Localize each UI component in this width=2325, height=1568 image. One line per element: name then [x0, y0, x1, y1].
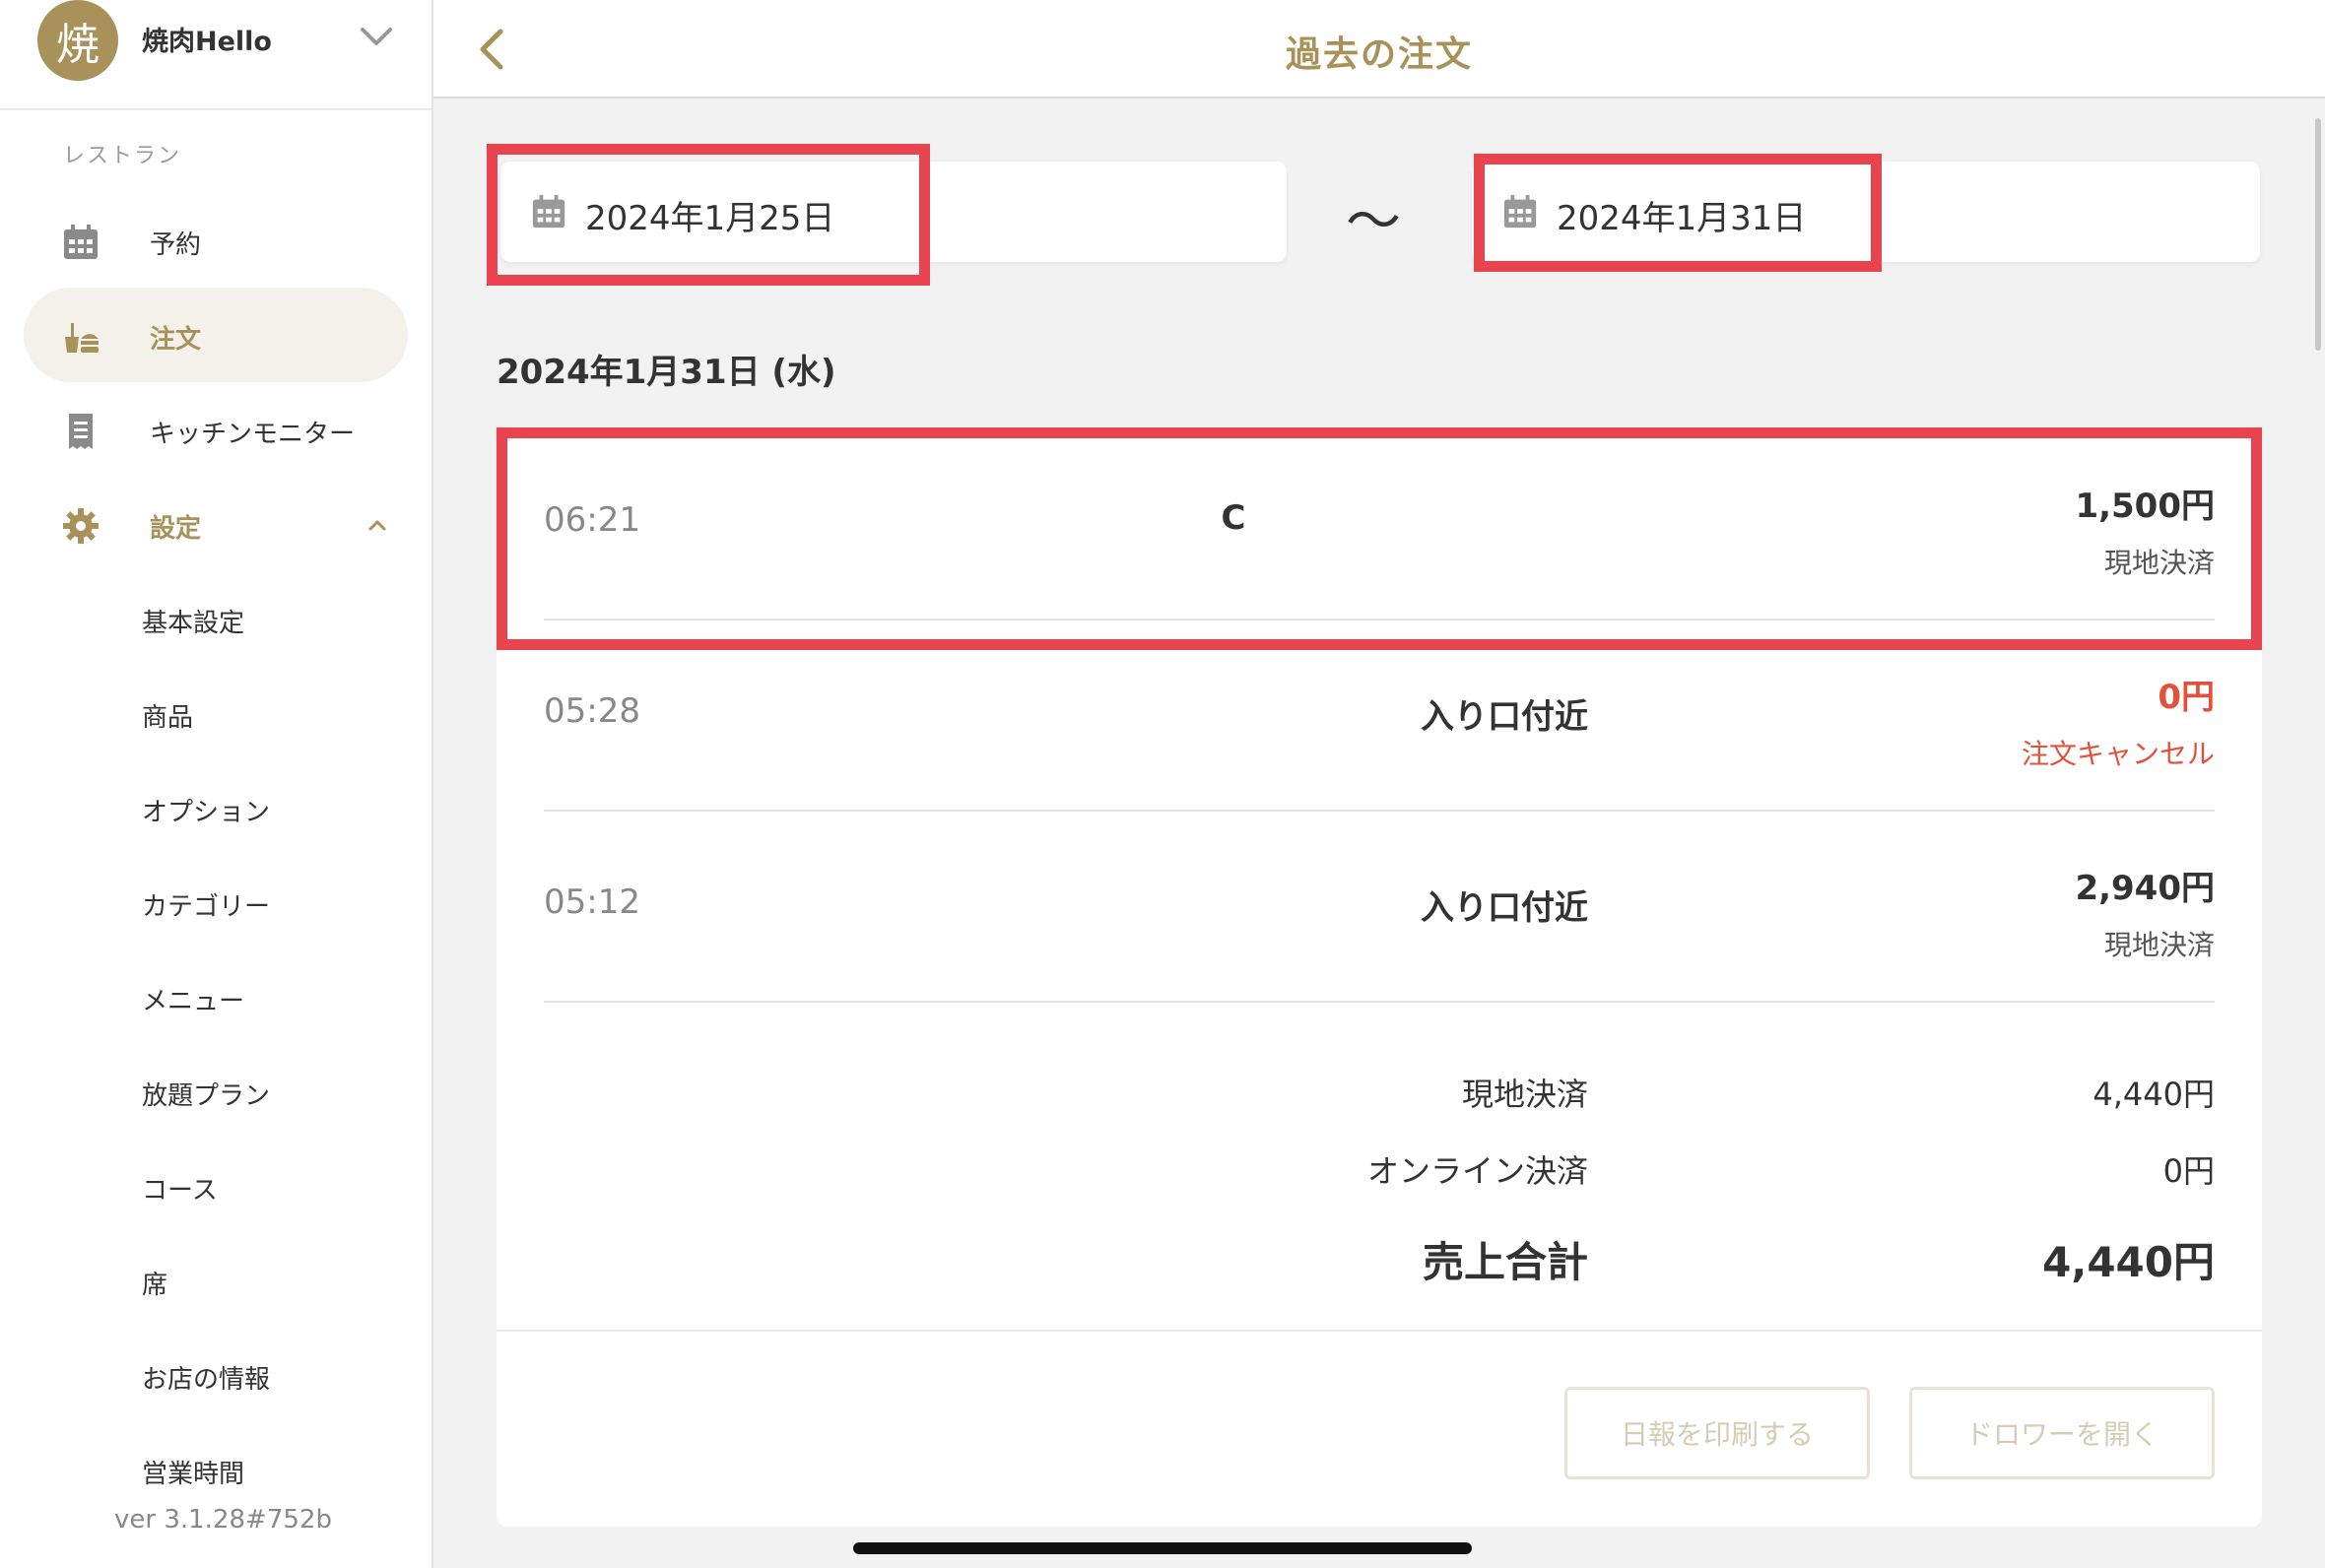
chevron-up-icon [368, 520, 386, 531]
sidebar-item-label: 注文 [150, 325, 202, 355]
receipt-icon [69, 414, 93, 449]
sidebar-subitem-store-info[interactable]: お店の情報 [122, 1345, 408, 1405]
date-to-value: 2024年1月31日 [1557, 199, 1807, 238]
scrollbar[interactable] [2315, 118, 2321, 351]
app-version: ver 3.1.28#752b [114, 1505, 332, 1535]
page-title: 過去の注文 [1285, 34, 1473, 75]
order-status: 現地決済 [2103, 547, 2215, 579]
sidebar-subitem-menu[interactable]: メニュー [122, 967, 408, 1026]
sidebar-item-settings[interactable]: 設定 [24, 477, 408, 571]
day-heading: 2024年1月31日 (水) [497, 353, 836, 392]
calendar-icon [532, 194, 565, 229]
sidebar-item-label: 設定 [150, 514, 202, 544]
summary-online: オンライン決済 0円 [544, 1146, 2215, 1206]
sidebar-subitem-products[interactable]: 商品 [122, 684, 408, 743]
order-row[interactable]: 05:12 入り口付近 2,940円 現地決済 [544, 812, 2215, 1003]
calendar-icon [64, 225, 98, 259]
order-time: 05:12 [544, 882, 640, 922]
chevron-down-icon[interactable] [357, 22, 396, 51]
sidebar-subitem-basic-settings[interactable]: 基本設定 [122, 589, 408, 648]
calendar-icon [1503, 194, 1537, 229]
home-indicator [853, 1542, 1472, 1554]
summary-value: 4,440円 [2042, 1238, 2215, 1286]
date-range-separator: 〜 [1346, 190, 1401, 254]
open-drawer-button[interactable]: ドロワーを開く [1909, 1387, 2215, 1479]
sidebar-subitem-all-you-can-eat-plans[interactable]: 放題プラン [122, 1062, 408, 1121]
account-switcher[interactable]: 焼 焼肉Hello [0, 0, 432, 110]
summary-value: 0円 [2162, 1152, 2215, 1190]
summary-label: オンライン決済 [1366, 1152, 1588, 1190]
avatar: 焼 [37, 0, 118, 81]
page-header: 過去の注文 [433, 0, 2325, 98]
date-to-picker[interactable]: 2024年1月31日 [1472, 162, 2260, 262]
sidebar-item-kitchen-monitor[interactable]: キッチンモニター [24, 382, 408, 477]
print-report-button[interactable]: 日報を印刷する [1564, 1387, 1870, 1479]
section-label: レストラン [63, 144, 182, 168]
date-from-value: 2024年1月25日 [585, 199, 835, 238]
summary-onsite: 現地決済 4,440円 [544, 1070, 2215, 1129]
sidebar-subitem-categories[interactable]: カテゴリー [122, 873, 408, 932]
orders-card: 06:21 C 1,500円 現地決済 05:28 入り口付近 0円 注文キャン… [497, 429, 2262, 1527]
order-seat: 入り口付近 [1421, 888, 1588, 928]
sidebar: 焼 焼肉Hello レストラン 予約 注文 キッチンモニター 設定 基本設定 商… [0, 0, 433, 1568]
summary-label: 売上合計 [1422, 1238, 1588, 1286]
order-icon [65, 323, 99, 353]
order-amount: 1,500円 [2075, 487, 2215, 526]
order-status: 現地決済 [2103, 929, 2215, 961]
sidebar-item-reservations[interactable]: 予約 [24, 193, 408, 288]
order-status: 注文キャンセル [2021, 738, 2215, 770]
sidebar-subitem-business-hours[interactable]: 営業時間 [122, 1440, 408, 1499]
order-time: 06:21 [544, 500, 640, 540]
sidebar-item-label: キッチンモニター [150, 420, 356, 449]
order-row[interactable]: 06:21 C 1,500円 現地決済 [544, 429, 2215, 621]
sidebar-item-label: 予約 [150, 230, 202, 260]
order-row[interactable]: 05:28 入り口付近 0円 注文キャンセル [544, 621, 2215, 812]
divider [497, 1330, 2262, 1332]
app-root: 焼 焼肉Hello レストラン 予約 注文 キッチンモニター 設定 基本設定 商… [0, 0, 2325, 1568]
gear-icon [63, 508, 99, 544]
order-seat: 入り口付近 [1421, 697, 1588, 737]
order-time: 05:28 [544, 691, 640, 731]
summary-total: 売上合計 4,440円 [544, 1229, 2215, 1288]
order-seat: C [1221, 498, 1246, 538]
sidebar-subitem-courses[interactable]: コース [122, 1156, 408, 1215]
summary-value: 4,440円 [2092, 1076, 2215, 1113]
sidebar-subitem-options[interactable]: オプション [122, 778, 408, 837]
sidebar-subitem-seats[interactable]: 席 [122, 1251, 408, 1310]
date-from-picker[interactable]: 2024年1月25日 [500, 162, 1287, 262]
order-amount: 0円 [2158, 678, 2215, 717]
sidebar-item-orders[interactable]: 注文 [24, 288, 408, 382]
account-name: 焼肉Hello [142, 27, 272, 57]
summary-label: 現地決済 [1461, 1076, 1588, 1113]
order-amount: 2,940円 [2075, 869, 2215, 908]
